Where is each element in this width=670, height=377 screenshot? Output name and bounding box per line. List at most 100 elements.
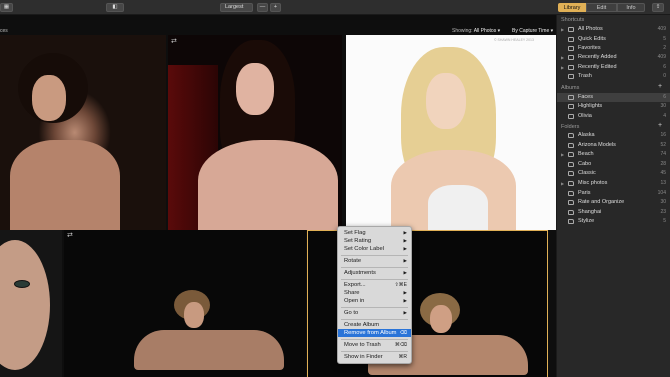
sidebar-item-label: Highlights [578, 103, 603, 109]
grid-view-icon[interactable]: ▦ [0, 3, 13, 12]
menu-item-share[interactable]: Share ▶ [338, 289, 411, 297]
album-title: ces [0, 28, 8, 34]
sidebar-item-label: Paris [578, 190, 591, 196]
sidebar-item-trash[interactable]: Trash 0 [557, 72, 670, 81]
sidebar-item-alaska[interactable]: Alaska 16 [557, 131, 670, 140]
sidebar-item-label: Recently Edited [578, 64, 617, 70]
sidebar-item-all-photos[interactable]: ▶ All Photos 409 [557, 25, 670, 34]
menu-item-open-in[interactable]: Open in ▶ [338, 297, 411, 305]
recently-added-icon [568, 55, 574, 60]
sidebar-item-label: Quick Edits [578, 36, 606, 42]
sidebar-toggle-icon[interactable]: ◧ [106, 3, 124, 12]
sidebar-item-paris[interactable]: Paris 104 [557, 189, 670, 198]
menu-item-remove-from-album[interactable]: Remove from Album ⌫ [338, 329, 411, 337]
menu-item-rotate[interactable]: Rotate ▶ [338, 257, 411, 265]
edited-badge-icon: ⇄ [171, 38, 177, 45]
sidebar-item-count: 4 [663, 113, 666, 119]
sidebar-item-recently-edited[interactable]: ▶ Recently Edited 6 [557, 63, 670, 72]
menu-item-set-flag[interactable]: Set Flag ▶ [338, 229, 411, 237]
menu-item-set-rating[interactable]: Set Rating ▶ [338, 237, 411, 245]
menu-item-label: Create Album [344, 322, 380, 328]
menu-separator [341, 351, 408, 352]
menu-item-export[interactable]: Export... ⇧⌘E [338, 281, 411, 289]
tab-info[interactable]: Info [617, 3, 645, 12]
section-folders-title: Folders [561, 124, 580, 130]
sidebar-item-shanghai[interactable]: Shanghai 23 [557, 208, 670, 217]
add-folder-button[interactable]: + [658, 122, 662, 129]
sidebar-item-olivia[interactable]: Olivia 4 [557, 112, 670, 121]
add-album-button[interactable]: + [658, 83, 662, 90]
sidebar-item-rate-and-organize[interactable]: Rate and Organize 30 [557, 198, 670, 207]
disclosure-icon[interactable]: ▶ [561, 63, 564, 72]
sidebar-item-misc-photos[interactable]: ▶ Misc photos 13 [557, 179, 670, 188]
menu-item-create-album[interactable]: Create Album [338, 321, 411, 329]
library-sidebar: Shortcuts ▶ All Photos 409 Quick Edits 5 Fa… [556, 15, 670, 377]
sidebar-item-arizona-models[interactable]: Arizona Models 52 [557, 141, 670, 150]
submenu-arrow-icon: ▶ [403, 298, 407, 303]
showing-filter[interactable]: Showing: All Photos ▾ [452, 28, 500, 34]
folder-icon [568, 200, 574, 205]
menu-separator [341, 279, 408, 280]
sidebar-item-label: Recently Added [578, 54, 617, 60]
folder-icon [568, 162, 574, 167]
context-menu: Set Flag ▶ Set Rating ▶ Set Color Label ▶ R… [337, 226, 412, 364]
disclosure-icon[interactable]: ▶ [561, 25, 564, 34]
menu-item-show-in-finder[interactable]: Show in Finder ⌘R [338, 353, 411, 361]
disclosure-icon[interactable]: ▶ [561, 150, 564, 159]
tab-edit[interactable]: Edit [586, 3, 617, 12]
submenu-arrow-icon: ▶ [403, 258, 407, 263]
photo-thumbnail[interactable]: © SHAWN HEALEY 2013 [346, 35, 556, 230]
menu-item-label: Export... [344, 282, 366, 288]
sidebar-item-count: 2 [663, 45, 666, 51]
sidebar-item-quick-edits[interactable]: Quick Edits 5 [557, 35, 670, 44]
menu-item-label: Move to Trash [344, 342, 381, 348]
share-icon[interactable]: ⇪ [652, 3, 664, 12]
disclosure-icon[interactable]: ▶ [561, 53, 564, 62]
sidebar-item-faces[interactable]: Faces 6 [557, 93, 670, 102]
sort-value: By Capture Time ▾ [512, 28, 554, 34]
menu-item-move-to-trash[interactable]: Move to Trash ⌘⌫ [338, 341, 411, 349]
menu-item-label: Show in Finder [344, 354, 383, 360]
sidebar-item-cabo[interactable]: Cabo 28 [557, 160, 670, 169]
folder-icon [568, 181, 574, 186]
zoom-out-button[interactable]: — [257, 3, 268, 12]
photo-thumbnail[interactable]: ⇄ [64, 230, 306, 377]
folder-icon [568, 210, 574, 215]
menu-separator [341, 339, 408, 340]
folder-icon [568, 219, 574, 224]
photo-thumbnail[interactable]: ⇄ [168, 35, 342, 230]
menu-item-label: Set Color Label [344, 246, 384, 252]
showing-value: All Photos ▾ [473, 28, 501, 34]
photo-thumbnail[interactable] [0, 35, 166, 230]
menu-item-go-to[interactable]: Go to ▶ [338, 309, 411, 317]
submenu-arrow-icon: ▶ [403, 290, 407, 295]
disclosure-icon[interactable]: ▶ [561, 179, 564, 188]
sidebar-item-label: Trash [578, 73, 592, 79]
tab-library[interactable]: Library [558, 3, 586, 12]
sidebar-item-label: Faces [578, 94, 593, 100]
sidebar-item-stylize[interactable]: Stylize 5 [557, 217, 670, 226]
zoom-select[interactable]: Largest [220, 3, 253, 12]
sidebar-item-count: 45 [660, 170, 666, 176]
sidebar-item-beach[interactable]: ▶ Beach 74 [557, 150, 670, 159]
trash-icon [568, 74, 574, 79]
menu-item-shortcut: ⌘R [398, 354, 407, 360]
submenu-arrow-icon: ▶ [403, 238, 407, 243]
recently-edited-icon [568, 65, 574, 70]
sidebar-item-count: 30 [660, 199, 666, 205]
sidebar-item-count: 23 [660, 209, 666, 215]
folder-icon [568, 133, 574, 138]
sort-select[interactable]: By Capture Time ▾ [512, 28, 553, 34]
sidebar-item-classic[interactable]: Classic 45 [557, 169, 670, 178]
section-shortcuts-title: Shortcuts [561, 17, 585, 23]
sidebar-item-favorites[interactable]: Favorites 2 [557, 44, 670, 53]
sidebar-item-highlights[interactable]: Highlights 30 [557, 102, 670, 111]
menu-separator [341, 307, 408, 308]
sidebar-item-label: Alaska [578, 132, 595, 138]
sidebar-item-recently-added[interactable]: ▶ Recently Added 409 [557, 53, 670, 62]
album-icon [568, 104, 574, 109]
menu-item-set-color-label[interactable]: Set Color Label ▶ [338, 245, 411, 253]
zoom-in-button[interactable]: + [270, 3, 281, 12]
menu-item-adjustments[interactable]: Adjustments ▶ [338, 269, 411, 277]
photo-thumbnail[interactable] [0, 230, 62, 377]
